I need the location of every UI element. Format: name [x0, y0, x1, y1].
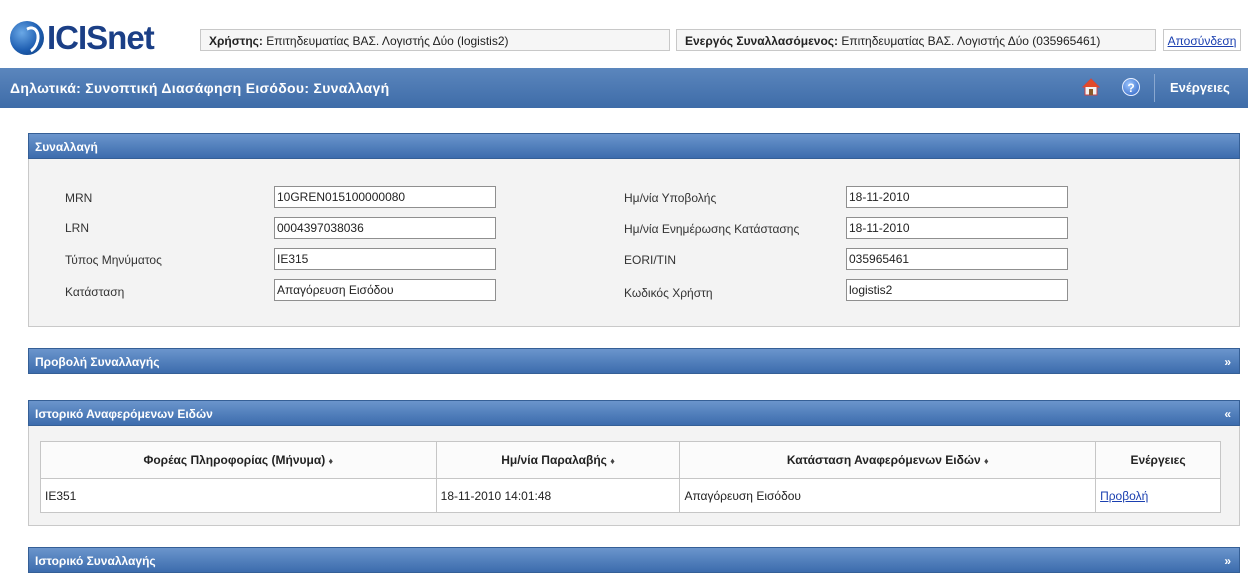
current-user-info: Χρήστης: Επιτηδευματίας ΒΑΣ. Λογιστής Δύ…: [200, 29, 670, 51]
trader-value: Επιτηδευματίας ΒΑΣ. Λογιστής Δύο (035965…: [841, 34, 1101, 48]
transaction-panel-header[interactable]: Συναλλαγή: [28, 133, 1240, 159]
cell-actions: Προβολή: [1095, 478, 1221, 513]
eori-tin-label: EORI/TIN: [624, 253, 677, 267]
sort-icon[interactable]: ♦: [610, 456, 615, 466]
items-history-panel-title: Ιστορικό Αναφερόμενων Ειδών: [35, 407, 213, 421]
view-link[interactable]: Προβολή: [1100, 489, 1148, 503]
trader-label: Ενεργός Συναλλασόμενος:: [685, 34, 839, 48]
sort-icon[interactable]: ♦: [329, 456, 334, 466]
view-transaction-panel-title: Προβολή Συναλλαγής: [35, 355, 160, 369]
status-update-date-label: Ημ/νία Ενημέρωσης Κατάστασης: [624, 222, 800, 236]
app-logo: ICISnet: [10, 19, 155, 56]
column-header-actions: Ενέργειες: [1095, 441, 1221, 479]
eori-tin-field[interactable]: 035965461: [846, 248, 1068, 270]
help-icon[interactable]: ?: [1122, 78, 1140, 96]
page-title: Δηλωτικά: Συνοπτική Διασάφηση Εισόδου: Σ…: [10, 80, 390, 96]
status-update-date-field[interactable]: 18-11-2010: [846, 217, 1068, 239]
title-bar: Δηλωτικά: Συνοπτική Διασάφηση Εισόδου: Σ…: [0, 68, 1248, 108]
globe-logo-icon: [10, 21, 44, 55]
table-header-row: Φορέας Πληροφορίας (Μήνυμα) ♦ Ημ/νία Παρ…: [40, 441, 1221, 479]
mrn-field[interactable]: 10GREN015100000080: [274, 186, 496, 208]
items-history-panel-header[interactable]: Ιστορικό Αναφερόμενων Ειδών «: [28, 400, 1240, 426]
column-header-message[interactable]: Φορέας Πληροφορίας (Μήνυμα) ♦: [40, 441, 437, 479]
status-label: Κατάσταση: [65, 285, 125, 299]
user-label: Χρήστης:: [209, 34, 263, 48]
submission-date-label: Ημ/νία Υποβολής: [624, 191, 717, 205]
mrn-label: MRN: [65, 191, 93, 205]
cell-received-date: 18-11-2010 14:01:48: [435, 478, 681, 513]
expand-icon[interactable]: »: [1224, 349, 1231, 375]
table-row: IE351 18-11-2010 14:01:48 Απαγόρευση Εισ…: [40, 478, 1221, 513]
column-header-items-status[interactable]: Κατάσταση Αναφερόμενων Ειδών ♦: [679, 441, 1097, 479]
user-code-field[interactable]: logistis2: [846, 279, 1068, 301]
active-trader-info: Ενεργός Συναλλασόμενος: Επιτηδευματίας Β…: [676, 29, 1156, 51]
submission-date-field[interactable]: 18-11-2010: [846, 186, 1068, 208]
message-type-field[interactable]: IE315: [274, 248, 496, 270]
transaction-history-panel-title: Ιστορικό Συναλλαγής: [35, 554, 156, 568]
transaction-panel-body: [28, 159, 1240, 327]
items-history-table: Φορέας Πληροφορίας (Μήνυμα) ♦ Ημ/νία Παρ…: [40, 441, 1221, 513]
home-icon[interactable]: [1082, 78, 1100, 96]
cell-items-status: Απαγόρευση Εισόδου: [679, 478, 1097, 513]
actions-menu[interactable]: Ενέργειες: [1170, 68, 1230, 108]
logout-link[interactable]: Αποσύνδεση: [1163, 29, 1241, 51]
user-value: Επιτηδευματίας ΒΑΣ. Λογιστής Δύο (logist…: [266, 34, 509, 48]
cell-message: IE351: [40, 478, 437, 513]
status-field[interactable]: Απαγόρευση Εισόδου: [274, 279, 496, 301]
transaction-history-panel-header[interactable]: Ιστορικό Συναλλαγής »: [28, 547, 1240, 573]
lrn-field[interactable]: 0004397038036: [274, 217, 496, 239]
view-transaction-panel-header[interactable]: Προβολή Συναλλαγής »: [28, 348, 1240, 374]
transaction-panel-title: Συναλλαγή: [35, 140, 98, 154]
top-bar: ICISnet Χρήστης: Επιτηδευματίας ΒΑΣ. Λογ…: [0, 0, 1248, 62]
collapse-icon[interactable]: «: [1224, 401, 1231, 427]
logo-text: ICISnet: [47, 19, 155, 56]
title-separator: [1154, 74, 1155, 102]
sort-icon[interactable]: ♦: [984, 456, 989, 466]
column-header-received-date[interactable]: Ημ/νία Παραλαβής ♦: [435, 441, 681, 479]
user-code-label: Κωδικός Χρήστη: [624, 286, 713, 300]
expand-icon[interactable]: »: [1224, 548, 1231, 574]
lrn-label: LRN: [65, 221, 90, 235]
message-type-label: Τύπος Μηνύματος: [65, 253, 162, 267]
